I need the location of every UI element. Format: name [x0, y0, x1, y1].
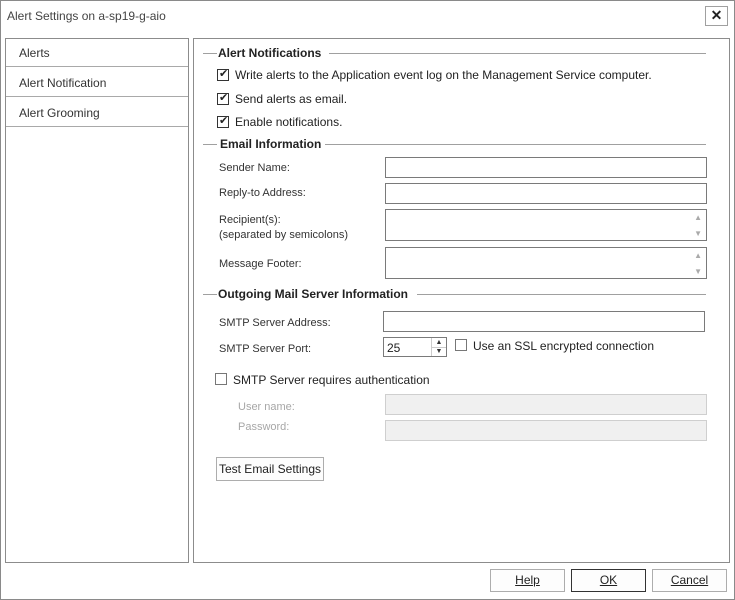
reply-to-input[interactable]: [385, 183, 707, 204]
username-input: [385, 394, 707, 415]
username-label: User name:: [238, 401, 295, 413]
sidebar-item-alert-notification[interactable]: Alert Notification: [6, 69, 188, 97]
scroll-down-icon[interactable]: ▼: [694, 230, 702, 238]
recipients-hint: (separated by semicolons): [219, 229, 349, 241]
cancel-label: Cancel: [670, 573, 709, 587]
sidebar-item-label: Alerts: [19, 46, 50, 60]
ssl-checkbox[interactable]: [455, 339, 467, 351]
arrow-down-icon[interactable]: ▼: [432, 347, 446, 356]
smtp-port-label: SMTP Server Port:: [219, 343, 312, 355]
window-title: Alert Settings on a-sp19-g-aio: [7, 9, 166, 23]
alert-settings-dialog: Alert Settings on a-sp19-g-aio ✕ Alerts …: [0, 0, 735, 600]
help-label: Help: [515, 573, 540, 587]
alert-notifications-section: Alert Notifications: [203, 46, 706, 62]
message-footer-input[interactable]: ▲ ▼: [385, 247, 707, 279]
smtp-port-value: 25: [387, 341, 401, 355]
write-event-log-checkbox[interactable]: ✔: [217, 68, 229, 81]
settings-navigation: Alerts Alert Notification Alert Grooming: [5, 38, 189, 563]
enable-notifications-label: Enable notifications.: [235, 115, 343, 129]
section-title: Outgoing Mail Server Information: [218, 287, 409, 301]
sidebar-item-alert-grooming[interactable]: Alert Grooming: [6, 99, 188, 127]
close-button[interactable]: ✕: [705, 6, 728, 26]
send-email-checkbox[interactable]: ✔: [217, 92, 229, 105]
alert-notification-panel: Alert Notifications ✔ Write alerts to th…: [193, 38, 730, 563]
checkmark-icon: ✔: [219, 115, 229, 127]
scroll-up-icon[interactable]: ▲: [694, 252, 702, 260]
password-label: Password:: [238, 421, 290, 433]
smtp-port-stepper[interactable]: 25 ▲ ▼: [383, 337, 447, 357]
section-title: Email Information: [220, 137, 322, 151]
scroll-down-icon[interactable]: ▼: [694, 268, 702, 276]
smtp-address-label: SMTP Server Address:: [219, 317, 331, 329]
smtp-auth-checkbox[interactable]: [215, 373, 227, 385]
close-icon: ✕: [710, 7, 723, 23]
help-button[interactable]: Help: [490, 569, 565, 592]
section-title: Alert Notifications: [218, 46, 322, 60]
reply-to-label: Reply-to Address:: [219, 187, 306, 199]
enable-notifications-checkbox[interactable]: ✔: [217, 115, 229, 128]
checkmark-icon: ✔: [219, 68, 229, 80]
recipients-input[interactable]: ▲ ▼: [385, 209, 707, 241]
sender-name-input[interactable]: [385, 157, 707, 178]
checkmark-icon: ✔: [219, 92, 229, 104]
smtp-auth-label: SMTP Server requires authentication: [233, 373, 430, 387]
email-information-section: Email Information: [203, 137, 706, 153]
sender-name-label: Sender Name:: [219, 162, 290, 174]
outgoing-mail-section: Outgoing Mail Server Information: [203, 287, 706, 303]
ok-button[interactable]: OK: [571, 569, 646, 592]
smtp-address-input[interactable]: [383, 311, 705, 332]
test-email-settings-label: Test Email Settings: [218, 462, 322, 476]
recipients-label: Recipient(s):: [219, 214, 281, 226]
scroll-up-icon[interactable]: ▲: [694, 214, 702, 222]
cancel-button[interactable]: Cancel: [652, 569, 727, 592]
ssl-label: Use an SSL encrypted connection: [473, 339, 655, 353]
message-footer-label: Message Footer:: [219, 258, 302, 270]
sidebar-item-label: Alert Notification: [19, 76, 107, 90]
send-email-label: Send alerts as email.: [235, 92, 348, 106]
sidebar-item-alerts[interactable]: Alerts: [6, 39, 188, 67]
test-email-settings-button[interactable]: Test Email Settings: [216, 457, 324, 481]
ok-label: OK: [599, 573, 618, 587]
title-bar: Alert Settings on a-sp19-g-aio ✕: [1, 1, 734, 31]
write-event-log-label: Write alerts to the Application event lo…: [235, 68, 652, 82]
password-input: [385, 420, 707, 441]
sidebar-item-label: Alert Grooming: [19, 106, 100, 120]
